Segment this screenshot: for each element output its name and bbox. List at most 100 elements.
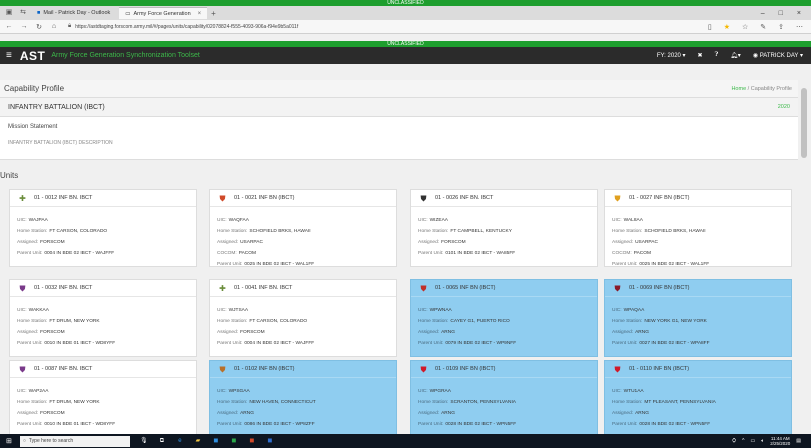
excel-taskbar-icon[interactable]: ◼ <box>230 437 238 445</box>
tab-actions-icon[interactable]: ▣ <box>4 8 14 18</box>
favorite-star-icon[interactable]: ★ <box>724 23 730 31</box>
unit-card-body: UIC: WAJPAA Home Station: FT CARSON, COLORA… <box>10 207 196 259</box>
unit-field-label: Assigned: <box>217 411 239 416</box>
page-scrollbar[interactable] <box>798 80 811 434</box>
chevron-up-icon[interactable]: ^ <box>742 438 744 444</box>
pen-icon[interactable]: ✎ <box>760 23 766 31</box>
unit-card-title[interactable]: 01 - 0012 INF BN. IBCT <box>34 195 92 201</box>
forward-icon[interactable]: → <box>18 23 30 30</box>
unit-card[interactable]: ⛊ 01 - 0109 INF BN (IBCT) UIC: WPGRAA Home S… <box>410 360 598 438</box>
unit-card[interactable]: ⛊ 01 - 0027 INF BN (IBCT) UIC: WAL8AA Home S… <box>604 189 792 267</box>
unit-card[interactable]: ⛊ 01 - 0021 INF BN (IBCT) UIC: WAQFAA Home S… <box>209 189 397 267</box>
file-explorer-icon[interactable]: ▰ <box>194 437 202 445</box>
unit-card-title[interactable]: 01 - 0026 INF BN. IBCT <box>435 195 493 201</box>
unit-field-value: WIZEAA <box>429 218 448 223</box>
unit-field-value: MT PLEASANT, PENNSYLVANIA <box>644 400 716 405</box>
network-icon[interactable]: ▭ <box>750 438 755 444</box>
unit-card-title[interactable]: 01 - 0021 INF BN (IBCT) <box>234 195 295 201</box>
unit-card[interactable]: ⛊ 01 - 0069 INF BN (IBCT) UIC: WPAQAA Home S… <box>604 279 792 357</box>
taskbar-clock[interactable]: 11:44 AM 2/25/2020 <box>770 436 790 446</box>
notification-center-icon[interactable]: ▤ <box>796 438 801 444</box>
unit-card-title[interactable]: 01 - 0109 INF BN (IBCT) <box>435 366 496 372</box>
url-field[interactable]: 🔒︎ https://astdtaging.forscom.army.mil/#… <box>68 22 668 32</box>
search-circle-icon: ○ <box>22 438 26 444</box>
tab-mail[interactable]: ■ Mail - Patrick Day - Outlook <box>31 7 116 19</box>
unit-field-value: WJTSAA <box>228 308 249 313</box>
unit-field-label: COCOM: <box>612 251 632 256</box>
home-icon[interactable]: ⌂ <box>48 23 60 30</box>
user-menu[interactable]: ◉ PATRICK DAY ▾ <box>753 52 803 59</box>
unit-card-title[interactable]: 01 - 0087 INF BN. IBCT <box>34 366 92 372</box>
back-tabs-icon[interactable]: ⇆ <box>18 8 28 18</box>
new-tab-button[interactable]: + <box>211 9 216 18</box>
unit-field-value: 0028 IN BDE 02 IBCT - WPN5FF <box>445 422 517 427</box>
minimize-button[interactable]: – <box>761 10 765 17</box>
unit-card[interactable]: ⛊ 01 - 0065 INF BN (IBCT) UIC: WPWNAA Home S… <box>410 279 598 357</box>
app-logo[interactable]: AST <box>20 49 46 63</box>
volume-icon[interactable]: 🔈︎ <box>761 438 764 444</box>
unit-field-uic: UIC: WAL8AA <box>612 215 791 226</box>
word-taskbar-icon[interactable]: ◼ <box>266 437 274 445</box>
powerpoint-taskbar-icon[interactable]: ◼ <box>248 437 256 445</box>
unit-field-label: UIC: <box>612 308 622 313</box>
menu-icon[interactable]: ≡ <box>6 50 12 61</box>
tools-icon[interactable]: ✖ <box>698 52 703 59</box>
reading-view-icon[interactable]: ▯ <box>708 23 712 31</box>
mic-icon[interactable]: 🎙︎ <box>140 437 148 445</box>
unit-card[interactable]: ⛊ 01 - 0026 INF BN. IBCT UIC: WIZEAA Home St… <box>410 189 598 267</box>
maximize-button[interactable]: □ <box>779 10 783 17</box>
unit-field-label: Home Station: <box>418 400 449 405</box>
unit-card-header: ⛊ 01 - 0102 INF BN (IBCT) <box>210 361 396 378</box>
unit-card-title[interactable]: 01 - 0041 INF BN. IBCT <box>234 285 292 291</box>
unit-card[interactable]: ⛊ 01 - 0032 INF BN. IBCT UIC: WAKKAA Home St… <box>9 279 197 357</box>
favorites-list-icon[interactable]: ☆ <box>742 23 748 31</box>
help-icon[interactable]: ❓︎ <box>715 52 719 59</box>
unit-card[interactable]: ⛊ 01 - 0110 INF BN (IBCT) UIC: WTU1AA Home S… <box>604 360 792 438</box>
unit-field-value: WAJPAA <box>28 218 48 223</box>
unit-field-label: UIC: <box>217 389 227 394</box>
share-icon[interactable]: ⇪ <box>778 23 784 31</box>
unit-card-title[interactable]: 01 - 0065 INF BN (IBCT) <box>435 285 496 291</box>
unit-card[interactable]: ⛊ 01 - 0102 INF BN (IBCT) UIC: WPSGAA Home S… <box>209 360 397 438</box>
scrollbar-thumb[interactable] <box>801 88 807 158</box>
task-view-icon[interactable]: ⧉ <box>158 437 166 445</box>
breadcrumb-home-link[interactable]: Home <box>731 86 746 92</box>
unit-field-label: Assigned: <box>217 240 239 245</box>
unit-field-uic: UIC: WPGRAA <box>418 386 597 397</box>
unit-field-assigned: Assigned: ARNG <box>612 408 791 419</box>
more-icon[interactable]: ⋯ <box>796 23 803 31</box>
edge-browser-icon[interactable]: e <box>176 437 184 445</box>
unit-field-assigned: Assigned: USARPAC <box>612 237 791 248</box>
unit-card-body: UIC: WAKKAA Home Station: FT DRUM, NEW YORK… <box>10 297 196 349</box>
unit-field-value: 0025 IN BDE 02 IBCT - WAL1FF <box>244 262 315 267</box>
unit-card-title[interactable]: 01 - 0110 INF BN (IBCT) <box>629 366 689 372</box>
unit-card-title[interactable]: 01 - 0069 INF BN (IBCT) <box>629 285 690 291</box>
refresh-icon[interactable]: ↻ <box>33 23 45 31</box>
windows-start-icon[interactable]: ⊞ <box>6 437 12 445</box>
close-window-button[interactable]: × <box>797 10 801 17</box>
taskbar-search[interactable]: ○ Type here to search <box>19 435 130 447</box>
unit-field-label: Parent Unit: <box>418 422 444 427</box>
unit-card[interactable]: ✚ 01 - 0041 INF BN. IBCT UIC: WJTSAA Home St… <box>209 279 397 357</box>
unit-card-title[interactable]: 01 - 0032 INF BN. IBCT <box>34 285 92 291</box>
unit-field-label: Assigned: <box>17 240 39 245</box>
back-icon[interactable]: ← <box>3 23 15 30</box>
unit-card-title[interactable]: 01 - 0102 INF BN (IBCT) <box>234 366 295 372</box>
unit-field-label: Home Station: <box>17 229 48 234</box>
unit-field-value: 0027 IN BDE 02 IBCT - WPA8FF <box>639 341 710 346</box>
tab-close-icon[interactable]: × <box>198 11 202 17</box>
unit-field-value: NEW HAVEN, CONNECTICUT <box>249 400 316 405</box>
outlook-taskbar-icon[interactable]: ◼ <box>212 437 220 445</box>
fy-selector[interactable]: FY: 2020 ▾ <box>657 52 686 59</box>
tab-army-force-generation[interactable]: ▭ Army Force Generation × <box>119 7 208 19</box>
people-icon[interactable]: ⛭ <box>732 438 736 444</box>
unit-field-value: PACOM <box>238 251 256 256</box>
unit-field-label: Home Station: <box>418 319 449 324</box>
unit-field-value: FORSCOM <box>40 240 65 245</box>
unit-card[interactable]: ✚ 01 - 0012 INF BN. IBCT UIC: WAJPAA Home St… <box>9 189 197 267</box>
unit-field-label: Parent Unit: <box>217 262 243 267</box>
unit-card[interactable]: ⛊ 01 - 0087 INF BN. IBCT UIC: WAP2AA Home St… <box>9 360 197 438</box>
notifications-bell-icon[interactable]: 🔔︎▾ <box>730 52 741 59</box>
unit-field-value: WPWNAA <box>429 308 452 313</box>
unit-card-title[interactable]: 01 - 0027 INF BN (IBCT) <box>629 195 690 201</box>
